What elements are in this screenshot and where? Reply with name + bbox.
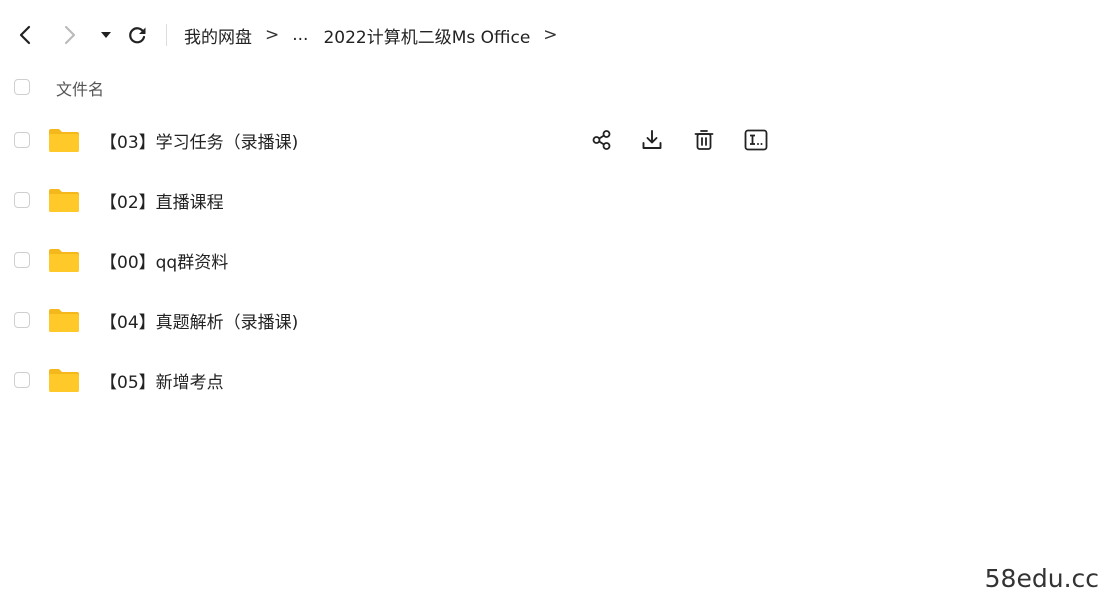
- breadcrumb-trailing-separator: >: [543, 25, 558, 45]
- folder-icon: [49, 309, 79, 332]
- toolbar: 我的网盘 > ... 2022计算机二级Ms Office >: [0, 14, 1113, 56]
- row-checkbox[interactable]: [14, 192, 30, 208]
- row-checkbox[interactable]: [14, 132, 30, 148]
- file-row[interactable]: 【05】新增考点: [0, 350, 1113, 410]
- back-button[interactable]: [10, 14, 40, 56]
- chevron-right-icon: [64, 25, 76, 45]
- file-row[interactable]: 【00】qq群资料: [0, 230, 1113, 290]
- select-all-checkbox[interactable]: [14, 79, 30, 95]
- file-name[interactable]: 【00】qq群资料: [100, 248, 228, 273]
- file-name[interactable]: 【02】直播课程: [100, 188, 224, 213]
- file-name[interactable]: 【04】真题解析（录播课): [100, 308, 298, 333]
- breadcrumb-current[interactable]: 2022计算机二级Ms Office: [323, 23, 530, 48]
- toolbar-divider: [166, 24, 167, 46]
- share-button[interactable]: [588, 126, 616, 154]
- folder-icon: [49, 189, 79, 212]
- refresh-icon: [129, 27, 146, 44]
- row-checkbox[interactable]: [14, 312, 30, 328]
- share-icon: [592, 130, 611, 150]
- caret-down-icon: [101, 32, 111, 38]
- file-row[interactable]: 【02】直播课程: [0, 170, 1113, 230]
- refresh-button[interactable]: [122, 14, 152, 56]
- breadcrumb-root[interactable]: 我的网盘: [184, 23, 252, 48]
- folder-icon: [49, 129, 79, 152]
- breadcrumb-separator: >: [265, 25, 280, 45]
- file-row[interactable]: 【03】学习任务（录播课): [0, 110, 1113, 170]
- folder-icon: [49, 249, 79, 272]
- breadcrumb: 我的网盘 > ... 2022计算机二级Ms Office >: [184, 14, 571, 56]
- row-checkbox[interactable]: [14, 372, 30, 388]
- rename-icon: [744, 129, 768, 151]
- file-name[interactable]: 【05】新增考点: [100, 368, 224, 393]
- history-dropdown-button[interactable]: [94, 14, 118, 56]
- column-header-filename[interactable]: 文件名: [56, 76, 104, 100]
- delete-icon: [694, 130, 714, 150]
- folder-icon: [49, 369, 79, 392]
- file-row[interactable]: 【04】真题解析（录播课): [0, 290, 1113, 350]
- breadcrumb-ellipsis[interactable]: ...: [292, 25, 308, 45]
- row-checkbox[interactable]: [14, 252, 30, 268]
- list-header: 文件名: [0, 68, 1113, 106]
- forward-button[interactable]: [55, 14, 85, 56]
- download-icon: [642, 130, 662, 149]
- chevron-left-icon: [19, 25, 31, 45]
- rename-button[interactable]: [742, 126, 770, 154]
- watermark: 58edu.cc: [984, 564, 1099, 593]
- download-button[interactable]: [638, 126, 666, 154]
- delete-button[interactable]: [690, 126, 718, 154]
- file-browser: 我的网盘 > ... 2022计算机二级Ms Office > 文件名 【03】…: [0, 0, 1113, 601]
- file-name[interactable]: 【03】学习任务（录播课): [100, 128, 298, 153]
- file-list: 【03】学习任务（录播课) 【02】直播课程 【00】qq群资料【04】真题解析（录…: [0, 110, 1113, 410]
